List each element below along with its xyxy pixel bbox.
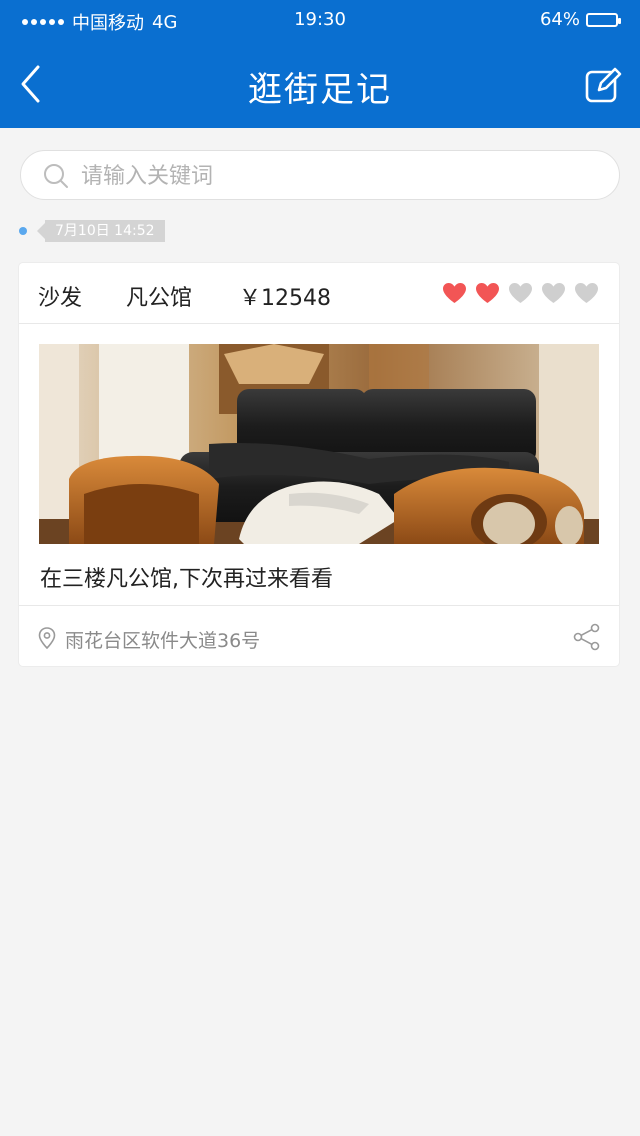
timeline-dot xyxy=(19,227,27,235)
share-button[interactable] xyxy=(573,623,601,651)
entry-shop: 凡公馆 xyxy=(126,286,193,311)
heart-filled-icon[interactable] xyxy=(475,282,500,304)
entry-card[interactable]: 沙发 凡公馆 ￥12548 在三楼凡公馆,下次再过来看看 雨花台区软件大道36号 xyxy=(19,263,619,666)
battery-icon xyxy=(586,12,621,27)
search-box xyxy=(20,150,620,201)
share-icon xyxy=(573,623,600,651)
entry-category: 沙发 xyxy=(38,286,83,311)
search-icon xyxy=(44,164,68,188)
heart-filled-icon[interactable] xyxy=(442,282,467,304)
entry-footer: 雨花台区软件大道36号 xyxy=(19,605,619,667)
edit-button[interactable] xyxy=(584,66,622,104)
edit-icon xyxy=(585,67,622,103)
battery-percent: 64% xyxy=(539,9,580,30)
entry-photo[interactable] xyxy=(39,344,599,544)
status-bar: 中国移动 4G 19:30 64% xyxy=(0,0,640,40)
heart-empty-icon[interactable] xyxy=(574,282,599,304)
timeline-date: 7月10日 14:52 xyxy=(37,220,165,242)
entry-rating xyxy=(442,282,599,304)
entry-header: 沙发 凡公馆 ￥12548 xyxy=(19,263,619,324)
page-title: 逛街足记 xyxy=(248,70,392,110)
heart-empty-icon[interactable] xyxy=(508,282,533,304)
entry-price: ￥12548 xyxy=(239,286,331,311)
status-right: 64% xyxy=(539,9,621,30)
entry-location: 雨花台区软件大道36号 xyxy=(65,630,261,652)
nav-bar: 逛街足记 xyxy=(0,40,640,128)
entry-note: 在三楼凡公馆,下次再过来看看 xyxy=(40,567,333,592)
sofa-photo-image xyxy=(39,344,599,544)
location-pin-icon xyxy=(38,627,56,649)
search-input[interactable] xyxy=(79,151,603,201)
heart-empty-icon[interactable] xyxy=(541,282,566,304)
